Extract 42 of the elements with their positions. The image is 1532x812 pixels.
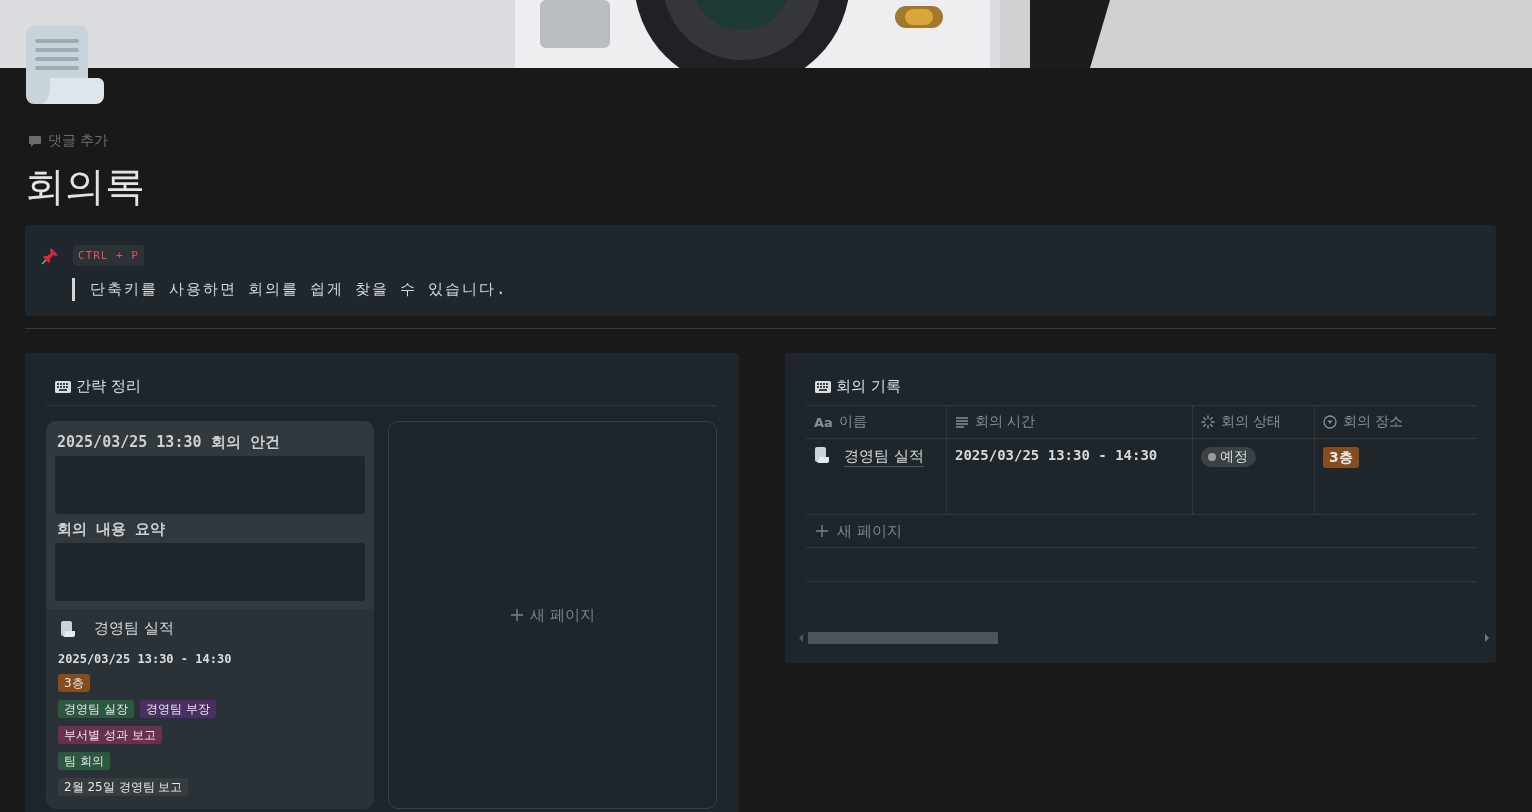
table-title: 회의 기록 bbox=[836, 377, 901, 396]
section-heading: 2025/03/25 13:30 회의 안건 bbox=[56, 433, 281, 453]
section-heading: 회의 내용 요약 bbox=[56, 520, 167, 540]
column-header[interactable]: 회의 시간 bbox=[946, 406, 1192, 438]
plus-icon bbox=[815, 524, 829, 538]
card-name: 경영팀 실적 bbox=[94, 619, 174, 638]
document-icon bbox=[60, 620, 76, 637]
new-page-button[interactable]: 새 페이지 bbox=[388, 421, 717, 809]
tag: 경영팀 부장 bbox=[139, 700, 216, 718]
pushpin-icon bbox=[41, 246, 59, 265]
scroll-left-icon[interactable] bbox=[798, 634, 804, 642]
quote-text: 단축키를 사용하면 회의를 쉽게 찾을 수 있습니다. bbox=[72, 278, 1480, 301]
dropdown-circle-icon bbox=[1323, 415, 1337, 429]
column-header[interactable]: 회의 장소 bbox=[1314, 406, 1476, 438]
scrollbar-thumb[interactable] bbox=[808, 632, 998, 644]
gallery-title: 간략 정리 bbox=[76, 377, 141, 396]
spinner-icon bbox=[1201, 415, 1215, 429]
tag: 3층 bbox=[1323, 447, 1359, 468]
status-pill: 예정 bbox=[1201, 447, 1256, 467]
document-icon bbox=[26, 26, 104, 104]
new-page-button[interactable]: 새 페이지 bbox=[806, 521, 902, 541]
keyboard-icon bbox=[55, 380, 71, 393]
page-title: 회의록 bbox=[25, 162, 146, 211]
page-link[interactable]: 경영팀 실적 bbox=[844, 447, 924, 467]
tag: 팀 회의 bbox=[58, 752, 110, 770]
add-comment-button[interactable]: 댓글 추가 bbox=[25, 132, 109, 150]
tag: 부서별 성과 보고 bbox=[58, 726, 162, 744]
comment-icon bbox=[28, 134, 42, 148]
gallery-card[interactable]: 2025/03/25 13:30 회의 안건 회의 내용 요약 경영팀 실적 2025/03/25 13:30 - 14:30 3층 경영팀 실장 경영팀 부장 부서별 성과 보고 팀 회의 2월 25일 경영팀 보고 bbox=[46, 421, 374, 809]
document-icon bbox=[814, 447, 830, 463]
tag: 경영팀 실장 bbox=[58, 700, 134, 718]
text-lines-icon bbox=[955, 415, 969, 429]
shortcut-code: CTRL + P bbox=[73, 245, 144, 266]
meeting-time: 2025/03/25 13:30 - 14:30 bbox=[955, 447, 1158, 463]
keyboard-icon bbox=[815, 380, 831, 393]
tag: 2월 25일 경영팀 보고 bbox=[58, 778, 189, 796]
tag: 3층 bbox=[58, 674, 90, 692]
column-header[interactable]: Aa 이름 bbox=[806, 406, 946, 438]
meeting-time: 2025/03/25 13:30 - 14:30 bbox=[58, 652, 233, 666]
scroll-right-icon[interactable] bbox=[1484, 634, 1490, 642]
column-header[interactable]: 회의 상태 bbox=[1192, 406, 1314, 438]
plus-icon bbox=[510, 608, 525, 622]
